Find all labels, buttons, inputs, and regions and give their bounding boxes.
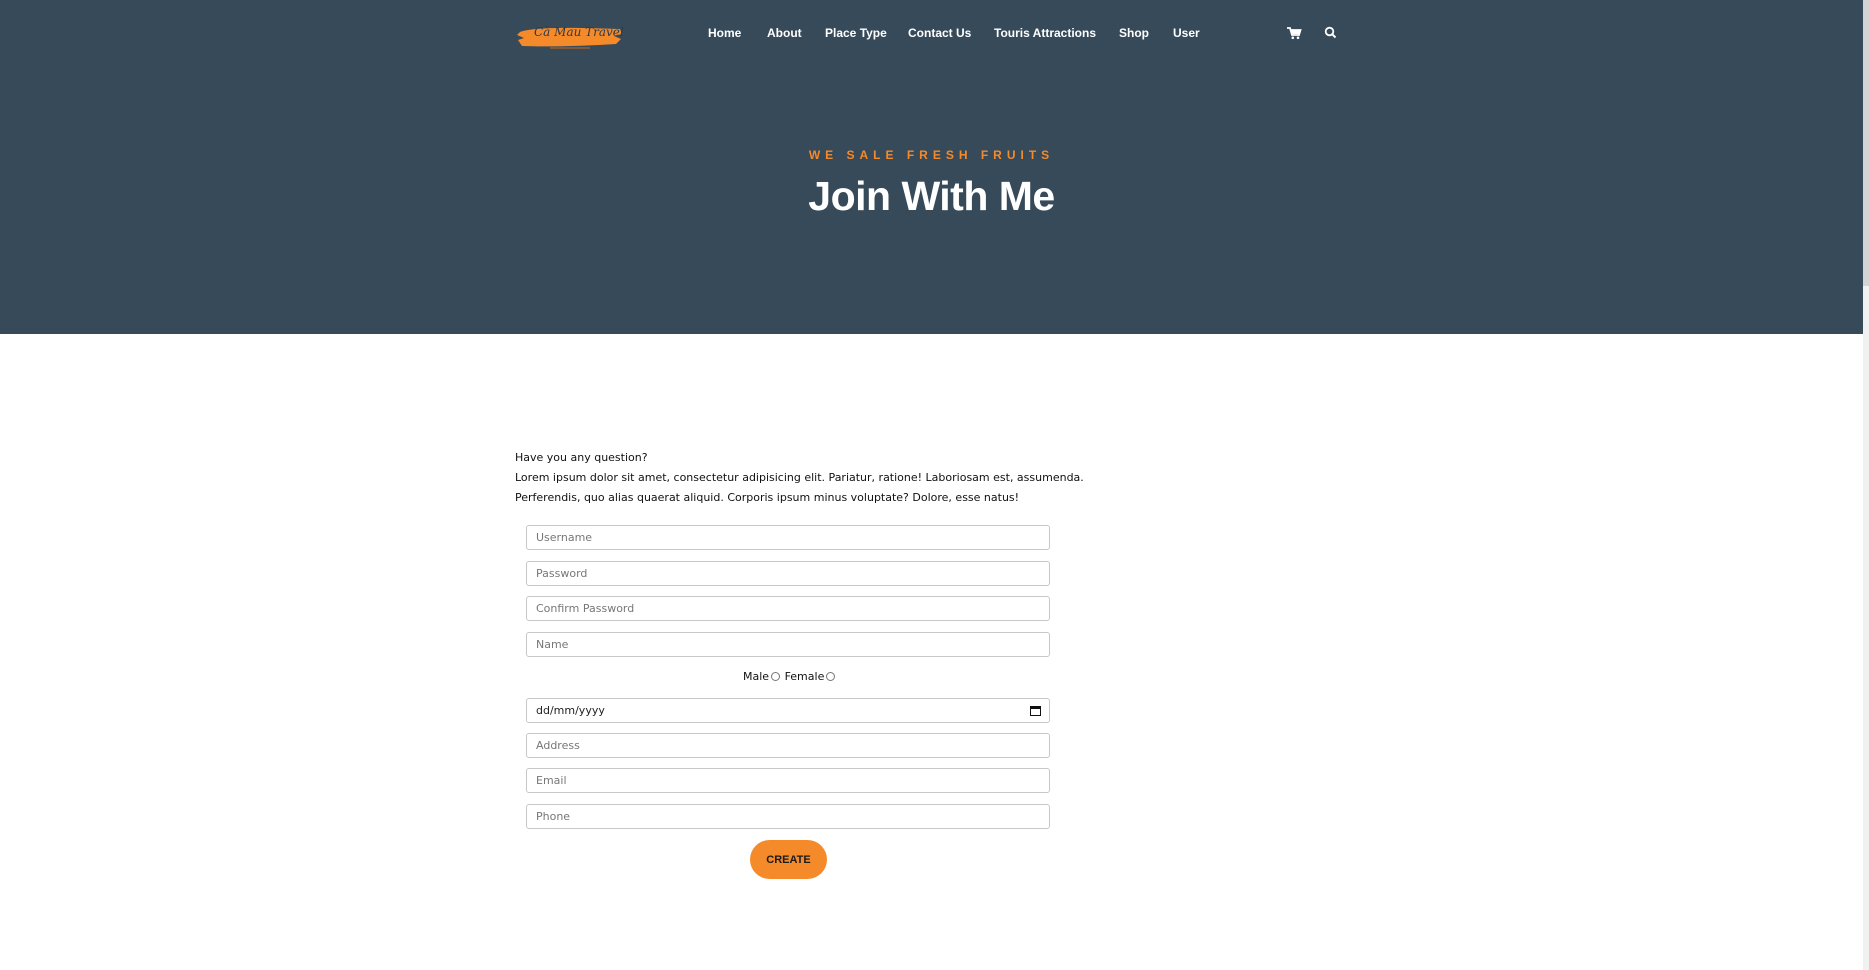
date-placeholder: dd/mm/yyyy: [536, 704, 605, 717]
gender-female-radio[interactable]: [826, 672, 836, 681]
nav-about[interactable]: About: [767, 26, 802, 40]
hero-eyebrow: WE SALE FRESH FRUITS: [808, 148, 1055, 162]
address-input[interactable]: [526, 733, 1050, 758]
logo-text: Cà Mau Travel: [534, 25, 624, 39]
nav-home[interactable]: Home: [708, 26, 741, 40]
nav-touris-attractions[interactable]: Touris Attractions: [994, 26, 1096, 40]
intro-question: Have you any question?: [515, 451, 648, 464]
password-input[interactable]: [526, 561, 1050, 586]
nav-contact-us[interactable]: Contact Us: [908, 26, 971, 40]
calendar-icon[interactable]: [1030, 705, 1041, 716]
nav-shop[interactable]: Shop: [1119, 26, 1149, 40]
username-input[interactable]: [526, 525, 1050, 550]
page-header: Cà Mau Travel Home About Place Type Cont…: [0, 0, 1863, 334]
intro-text: Have you any question? Lorem ipsum dolor…: [515, 448, 1084, 508]
scrollbar-thumb[interactable]: [1863, 0, 1869, 286]
nav-place-type[interactable]: Place Type: [825, 26, 887, 40]
scrollbar[interactable]: [1863, 0, 1869, 970]
gender-male-radio[interactable]: [771, 672, 781, 681]
page-title: Join With Me: [808, 173, 1055, 219]
name-input[interactable]: [526, 632, 1050, 657]
intro-paragraph-line-1: Lorem ipsum dolor sit amet, consectetur …: [515, 471, 1084, 484]
site-logo[interactable]: Cà Mau Travel: [516, 22, 626, 54]
nav-user[interactable]: User: [1173, 26, 1200, 40]
shopping-cart-icon[interactable]: [1286, 25, 1304, 43]
search-icon[interactable]: [1323, 25, 1341, 43]
create-button[interactable]: CREATE: [750, 840, 827, 879]
birthdate-input[interactable]: dd/mm/yyyy: [526, 698, 1050, 723]
gender-female-label: Female: [784, 670, 825, 683]
phone-input[interactable]: [526, 804, 1050, 829]
gender-male-label: Male: [743, 670, 770, 683]
email-input[interactable]: [526, 768, 1050, 793]
confirm-password-input[interactable]: [526, 596, 1050, 621]
gender-group: Male Female: [743, 670, 836, 683]
intro-paragraph-line-2: Perferendis, quo alias quaerat aliquid. …: [515, 491, 1020, 504]
